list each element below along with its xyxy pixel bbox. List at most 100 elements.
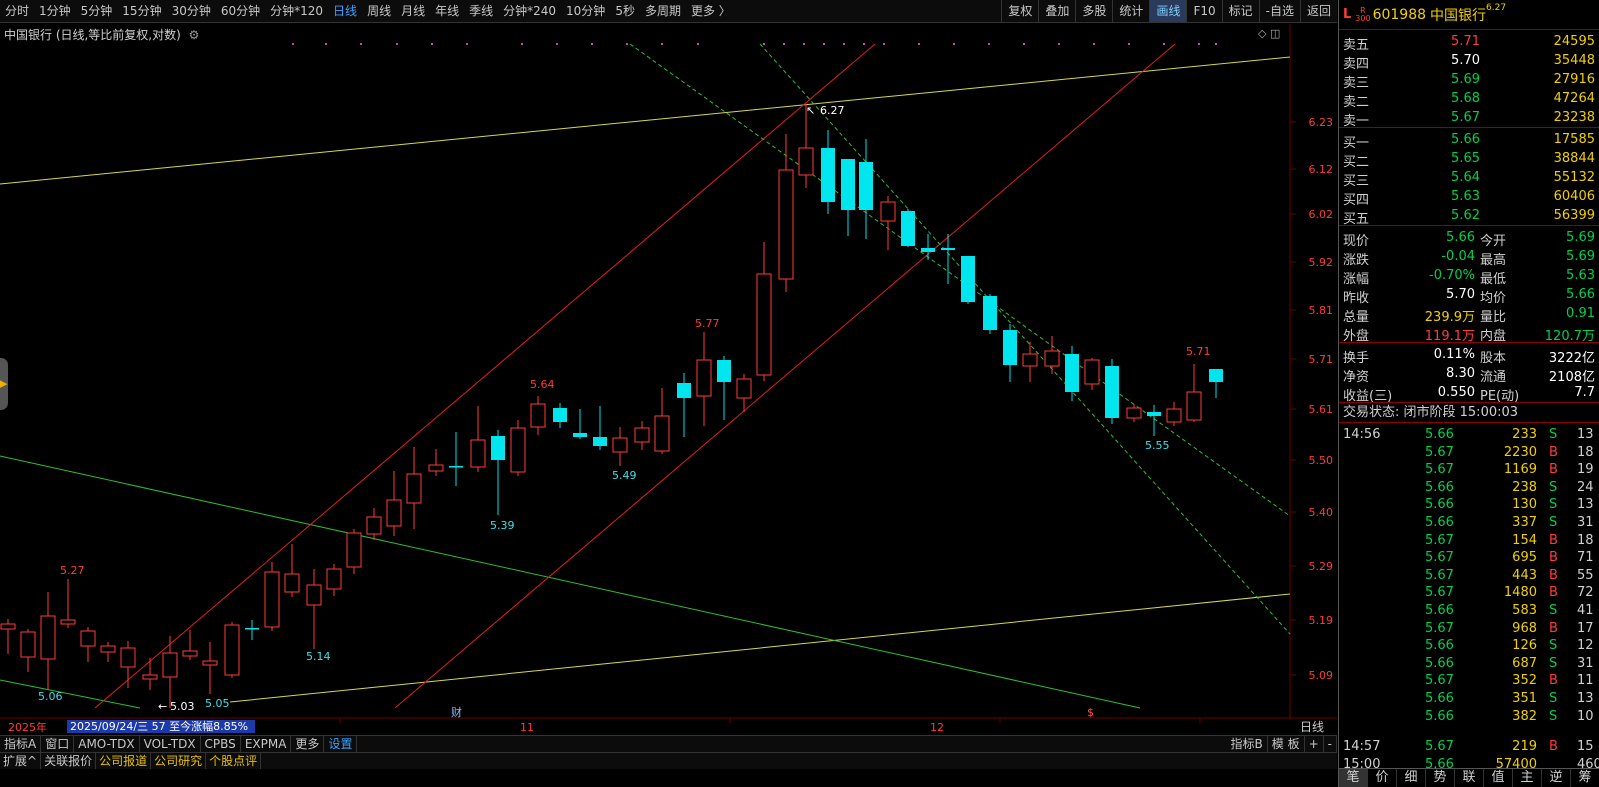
toolbar-button[interactable]: -自选	[1258, 0, 1300, 22]
candle-body[interactable]	[941, 248, 955, 250]
candle-body[interactable]	[1147, 412, 1161, 416]
toolbar-button[interactable]: 多股	[1075, 0, 1112, 22]
candle-body[interactable]	[821, 148, 835, 202]
order-book-row[interactable]: 买三 5.64 55132	[1339, 168, 1599, 189]
period-tab[interactable]: 5分钟	[76, 0, 118, 23]
indicator-tab[interactable]: 窗口	[41, 736, 75, 752]
candle-body[interactable]	[736, 378, 752, 399]
toolbar-button[interactable]: 统计	[1112, 0, 1149, 22]
tick-row[interactable]: 5.66 238 S 24	[1339, 479, 1599, 497]
period-tab[interactable]: 15分钟	[117, 0, 166, 23]
extension-tab[interactable]: 扩展^	[0, 753, 42, 769]
period-tab[interactable]: 分钟*240	[498, 0, 561, 23]
candle-body[interactable]	[162, 652, 178, 678]
settings-gear-icon[interactable]: ⚙	[189, 28, 200, 42]
left-panel-handle[interactable]: ▶	[0, 358, 8, 410]
candle-body[interactable]	[1186, 391, 1202, 421]
order-book-row[interactable]: 卖三 5.69 27916	[1339, 70, 1599, 91]
indicator-tab[interactable]: CPBS	[201, 736, 241, 752]
indicator-bar-button[interactable]: 模 板	[1268, 736, 1305, 752]
tick-row[interactable]: 5.66 126 S 12	[1339, 637, 1599, 655]
candle-body[interactable]	[306, 584, 322, 606]
candle-body[interactable]	[491, 436, 505, 460]
candle-body[interactable]	[654, 415, 670, 452]
candle-body[interactable]	[80, 630, 96, 647]
period-tab[interactable]: 多周期	[640, 0, 686, 23]
tick-row[interactable]: 5.66 130 S 13	[1339, 496, 1599, 514]
candle-body[interactable]	[921, 248, 935, 252]
period-tab[interactable]: 月线	[396, 0, 430, 23]
candle-body[interactable]	[224, 624, 240, 676]
order-book-row[interactable]: 买二 5.65 38844	[1339, 149, 1599, 170]
period-tab[interactable]: 60分钟	[216, 0, 265, 23]
kline-chart[interactable]: 6.23 6.12 6.02 5.92 5.81 5.71 5.61 5.50 5.40 5.29…	[0, 24, 1337, 734]
panel-tab[interactable]: 势	[1426, 769, 1455, 787]
indicator-tab[interactable]: 指标A	[0, 736, 42, 752]
indicator-bar-button[interactable]: +	[1305, 736, 1324, 752]
tick-row[interactable]: 5.67 2230 B 18	[1339, 444, 1599, 462]
tick-row[interactable]: 14:56 5.66 233 S 13	[1339, 426, 1599, 444]
candle-body[interactable]	[264, 571, 280, 628]
candle-body[interactable]	[470, 439, 486, 468]
period-tab[interactable]: 1分钟	[34, 0, 76, 23]
period-tab[interactable]: 季线	[464, 0, 498, 23]
toolbar-button[interactable]: 画线	[1149, 0, 1187, 22]
candle-body[interactable]	[100, 645, 116, 653]
candle-body[interactable]	[386, 499, 402, 527]
candle-body[interactable]	[428, 464, 444, 472]
period-tab[interactable]: 分时	[0, 0, 34, 23]
candle-body[interactable]	[326, 568, 342, 590]
tick-row[interactable]: 5.67 1480 B 72	[1339, 584, 1599, 602]
candle-body[interactable]	[798, 147, 814, 176]
candle-body[interactable]	[612, 437, 628, 453]
candle-body[interactable]	[859, 162, 873, 210]
tick-row[interactable]: 5.66 351 S 13	[1339, 690, 1599, 708]
order-book-row[interactable]: 卖一 5.67 23238	[1339, 108, 1599, 129]
indicator-tab[interactable]: 更多	[291, 736, 325, 752]
period-tab[interactable]: 日线	[328, 0, 362, 23]
candle-body[interactable]	[245, 628, 259, 630]
panel-tab[interactable]: 逆	[1542, 769, 1571, 787]
period-tab[interactable]: 更多 〉	[686, 0, 736, 23]
period-tab[interactable]: 10分钟	[561, 0, 610, 23]
collapse-icon[interactable]: ◇	[1258, 27, 1266, 40]
candle-body[interactable]	[120, 647, 136, 668]
tick-row[interactable]: 5.67 154 B 18	[1339, 532, 1599, 550]
candle-body[interactable]	[182, 650, 198, 657]
candle-body[interactable]	[756, 273, 772, 376]
candle-body[interactable]	[677, 383, 691, 398]
candle-body[interactable]	[841, 159, 855, 210]
tick-row[interactable]: 5.66 583 S 41	[1339, 602, 1599, 620]
candle-body[interactable]	[60, 619, 76, 625]
candle-body[interactable]	[696, 359, 712, 397]
candle-body[interactable]	[553, 408, 567, 422]
panel-tab[interactable]: 筹	[1571, 769, 1599, 787]
candle-body[interactable]	[20, 631, 36, 658]
toolbar-button[interactable]: 叠加	[1038, 0, 1075, 22]
panel-tab[interactable]: 主	[1513, 769, 1542, 787]
candle-body[interactable]	[901, 211, 915, 246]
extension-tab[interactable]: 公司研究	[151, 753, 207, 769]
panel-tab[interactable]: 笔	[1339, 769, 1368, 787]
toolbar-button[interactable]: 返回	[1299, 0, 1337, 22]
candle-body[interactable]	[530, 403, 546, 428]
candle-body[interactable]	[1105, 366, 1119, 418]
panel-tab[interactable]: 细	[1397, 769, 1426, 787]
toolbar-button[interactable]: F10	[1186, 0, 1221, 22]
candle-body[interactable]	[880, 201, 896, 222]
indicator-bar-button[interactable]: -	[1324, 736, 1337, 752]
tick-row[interactable]: 5.67 968 B 17	[1339, 620, 1599, 638]
candle-body[interactable]	[1166, 408, 1182, 423]
candle-body[interactable]	[1126, 407, 1142, 419]
window-toggle-icon[interactable]: ◫	[1270, 27, 1280, 40]
candle-body[interactable]	[346, 532, 362, 568]
candle-body[interactable]	[40, 615, 56, 660]
candle-body[interactable]	[142, 674, 158, 680]
order-book-row[interactable]: 买四 5.63 60406	[1339, 187, 1599, 208]
order-book-row[interactable]: 卖二 5.68 47264	[1339, 89, 1599, 110]
order-book-row[interactable]: 买一 5.66 17585	[1339, 130, 1599, 151]
finance-marker[interactable]: 财	[451, 705, 462, 719]
period-tab[interactable]: 分钟*120	[265, 0, 328, 23]
toolbar-button[interactable]: 标记	[1221, 0, 1259, 22]
panel-tab[interactable]: 值	[1484, 769, 1513, 787]
